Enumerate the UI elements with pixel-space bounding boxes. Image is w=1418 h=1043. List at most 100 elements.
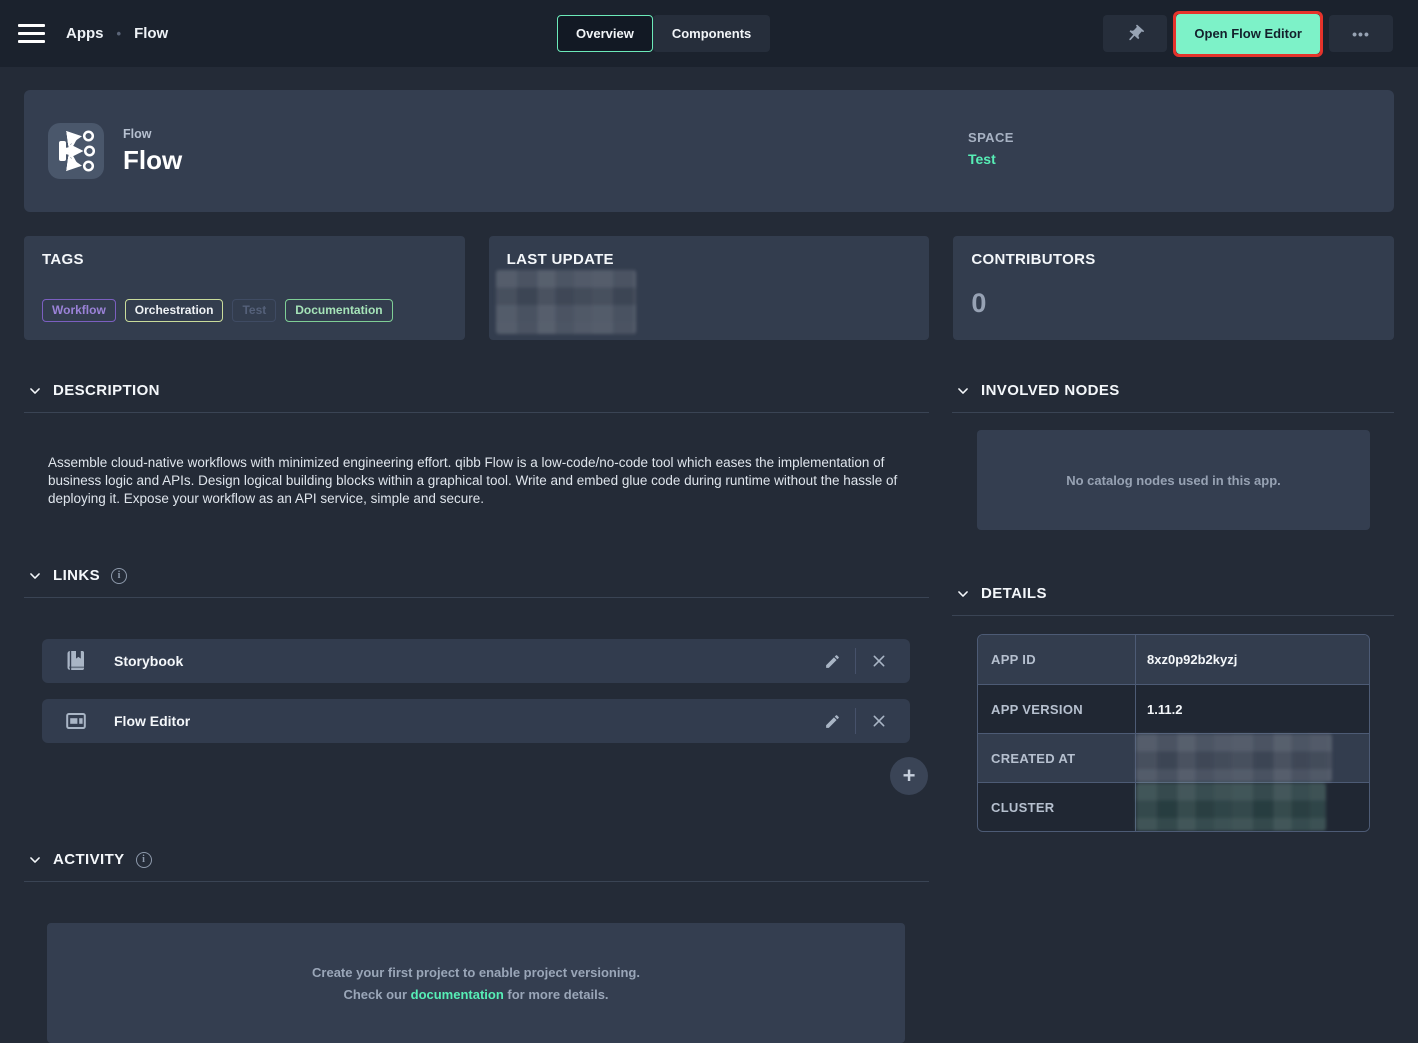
chevron-down-icon: [28, 384, 42, 398]
app-type-label: Flow: [123, 127, 182, 141]
close-icon: [871, 653, 887, 669]
pin-button[interactable]: [1103, 15, 1167, 52]
breadcrumb: Apps • Flow: [66, 25, 168, 42]
tab-components[interactable]: Components: [653, 15, 770, 52]
detail-label: APP VERSION: [978, 685, 1135, 733]
involved-nodes-section-header[interactable]: INVOLVED NODES: [952, 376, 1394, 413]
contributors-card: CONTRIBUTORS 0: [953, 236, 1394, 340]
links-title: LINKS: [53, 567, 100, 584]
action-divider: [855, 708, 856, 734]
breadcrumb-apps[interactable]: Apps: [66, 25, 104, 42]
last-update-card: LAST UPDATE: [489, 236, 930, 340]
table-row-app-id: APP ID 8xz0p92b2kyzj: [978, 635, 1369, 684]
tags-list: Workflow Orchestration Test Documentatio…: [42, 299, 447, 322]
left-column: DESCRIPTION Assemble cloud-native workfl…: [24, 376, 929, 1043]
tag-chip: Workflow: [42, 299, 116, 322]
contributors-count: 0: [971, 288, 1376, 319]
involved-nodes-empty-state: No catalog nodes used in this app.: [977, 430, 1370, 530]
tab-overview[interactable]: Overview: [557, 15, 653, 52]
app-identity: Flow Flow: [123, 127, 182, 176]
detail-label: CLUSTER: [978, 783, 1135, 831]
chevron-down-icon: [956, 384, 970, 398]
description-section: DESCRIPTION Assemble cloud-native workfl…: [24, 376, 929, 508]
breadcrumb-current: Flow: [134, 25, 168, 42]
activity-empty-state: Create your first project to enable proj…: [47, 923, 905, 1043]
page-title: Flow: [123, 145, 182, 176]
main-content: Flow Flow SPACE Test TAGS Workflow Orche…: [0, 67, 1418, 1043]
delete-link-button[interactable]: [862, 646, 896, 676]
activity-section: ACTIVITY Create your first project to en…: [24, 845, 929, 1043]
pin-icon: [1125, 24, 1145, 44]
last-update-title: LAST UPDATE: [507, 251, 912, 268]
link-actions: [815, 646, 896, 676]
add-link-row: +: [42, 757, 928, 795]
pencil-icon: [824, 713, 841, 730]
chevron-down-icon: [956, 587, 970, 601]
action-divider: [855, 648, 856, 674]
description-text: Assemble cloud-native workflows with min…: [48, 454, 901, 508]
involved-nodes-title: INVOLVED NODES: [981, 382, 1120, 399]
tags-title: TAGS: [42, 251, 447, 268]
documentation-link[interactable]: documentation: [411, 987, 504, 1002]
involved-nodes-section: INVOLVED NODES No catalog nodes used in …: [952, 376, 1394, 530]
detail-label: APP ID: [978, 635, 1135, 684]
more-options-button[interactable]: •••: [1329, 15, 1393, 52]
tag-chip: Documentation: [285, 299, 392, 322]
table-row-app-version: APP VERSION 1.11.2: [978, 684, 1369, 733]
links-section-header[interactable]: LINKS: [24, 561, 929, 598]
links-info-icon[interactable]: [111, 568, 127, 584]
book-icon: [64, 649, 88, 673]
details-table: APP ID 8xz0p92b2kyzj APP VERSION 1.11.2 …: [977, 634, 1370, 832]
space-link[interactable]: Test: [968, 151, 1014, 167]
links-list: Storybook: [24, 639, 929, 795]
detail-value: [1135, 734, 1369, 782]
details-section-header[interactable]: DETAILS: [952, 579, 1394, 616]
tags-card: TAGS Workflow Orchestration Test Documen…: [24, 236, 465, 340]
involved-nodes-empty-text: No catalog nodes used in this app.: [1066, 473, 1281, 488]
link-row-storybook[interactable]: Storybook: [42, 639, 910, 683]
activity-title: ACTIVITY: [53, 851, 125, 868]
window-icon: [64, 709, 88, 733]
link-label: Flow Editor: [114, 713, 190, 729]
add-link-button[interactable]: +: [890, 757, 928, 795]
breadcrumb-separator: •: [117, 26, 122, 41]
detail-value: [1135, 783, 1369, 831]
cluster-redacted-value: [1136, 783, 1326, 831]
detail-label: CREATED AT: [978, 734, 1135, 782]
activity-message-line1: Create your first project to enable proj…: [312, 965, 640, 980]
details-section: DETAILS APP ID 8xz0p92b2kyzj APP VERSION…: [952, 579, 1394, 832]
link-actions: [815, 706, 896, 736]
table-row-created-at: CREATED AT: [978, 733, 1369, 782]
link-row-flow-editor[interactable]: Flow Editor: [42, 699, 910, 743]
annotation-highlight-box: Open Flow Editor: [1173, 11, 1323, 57]
description-title: DESCRIPTION: [53, 382, 160, 399]
edit-link-button[interactable]: [815, 646, 849, 676]
detail-value: 8xz0p92b2kyzj: [1135, 635, 1369, 684]
space-label: SPACE: [968, 130, 1014, 145]
activity-section-header[interactable]: ACTIVITY: [24, 845, 929, 882]
right-column: INVOLVED NODES No catalog nodes used in …: [952, 376, 1394, 1043]
last-update-redacted-value: [496, 270, 636, 334]
detail-value: 1.11.2: [1135, 685, 1369, 733]
contributors-title: CONTRIBUTORS: [971, 251, 1376, 268]
open-flow-editor-button[interactable]: Open Flow Editor: [1176, 14, 1320, 54]
activity-info-icon[interactable]: [136, 852, 152, 868]
activity-line2-prefix: Check our: [343, 987, 410, 1002]
tag-chip: Test: [232, 299, 276, 322]
edit-link-button[interactable]: [815, 706, 849, 736]
app-overview-page: Apps • Flow Overview Components Open Flo…: [0, 0, 1418, 1035]
table-row-cluster: CLUSTER: [978, 782, 1369, 831]
topbar-actions: Open Flow Editor •••: [1103, 11, 1393, 57]
description-section-header[interactable]: DESCRIPTION: [24, 376, 929, 413]
space-block: SPACE Test: [968, 130, 1014, 167]
tag-chip: Orchestration: [125, 299, 224, 322]
activity-message-line2: Check our documentation for more details…: [343, 987, 608, 1002]
top-bar: Apps • Flow Overview Components Open Flo…: [0, 0, 1418, 67]
delete-link-button[interactable]: [862, 706, 896, 736]
created-at-redacted-value: [1136, 734, 1332, 782]
flow-app-icon: [48, 123, 104, 179]
view-tabs: Overview Components: [557, 15, 770, 52]
links-section: LINKS Storybook: [24, 561, 929, 795]
hamburger-menu-icon[interactable]: [18, 24, 48, 43]
ellipsis-icon: •••: [1352, 26, 1370, 42]
